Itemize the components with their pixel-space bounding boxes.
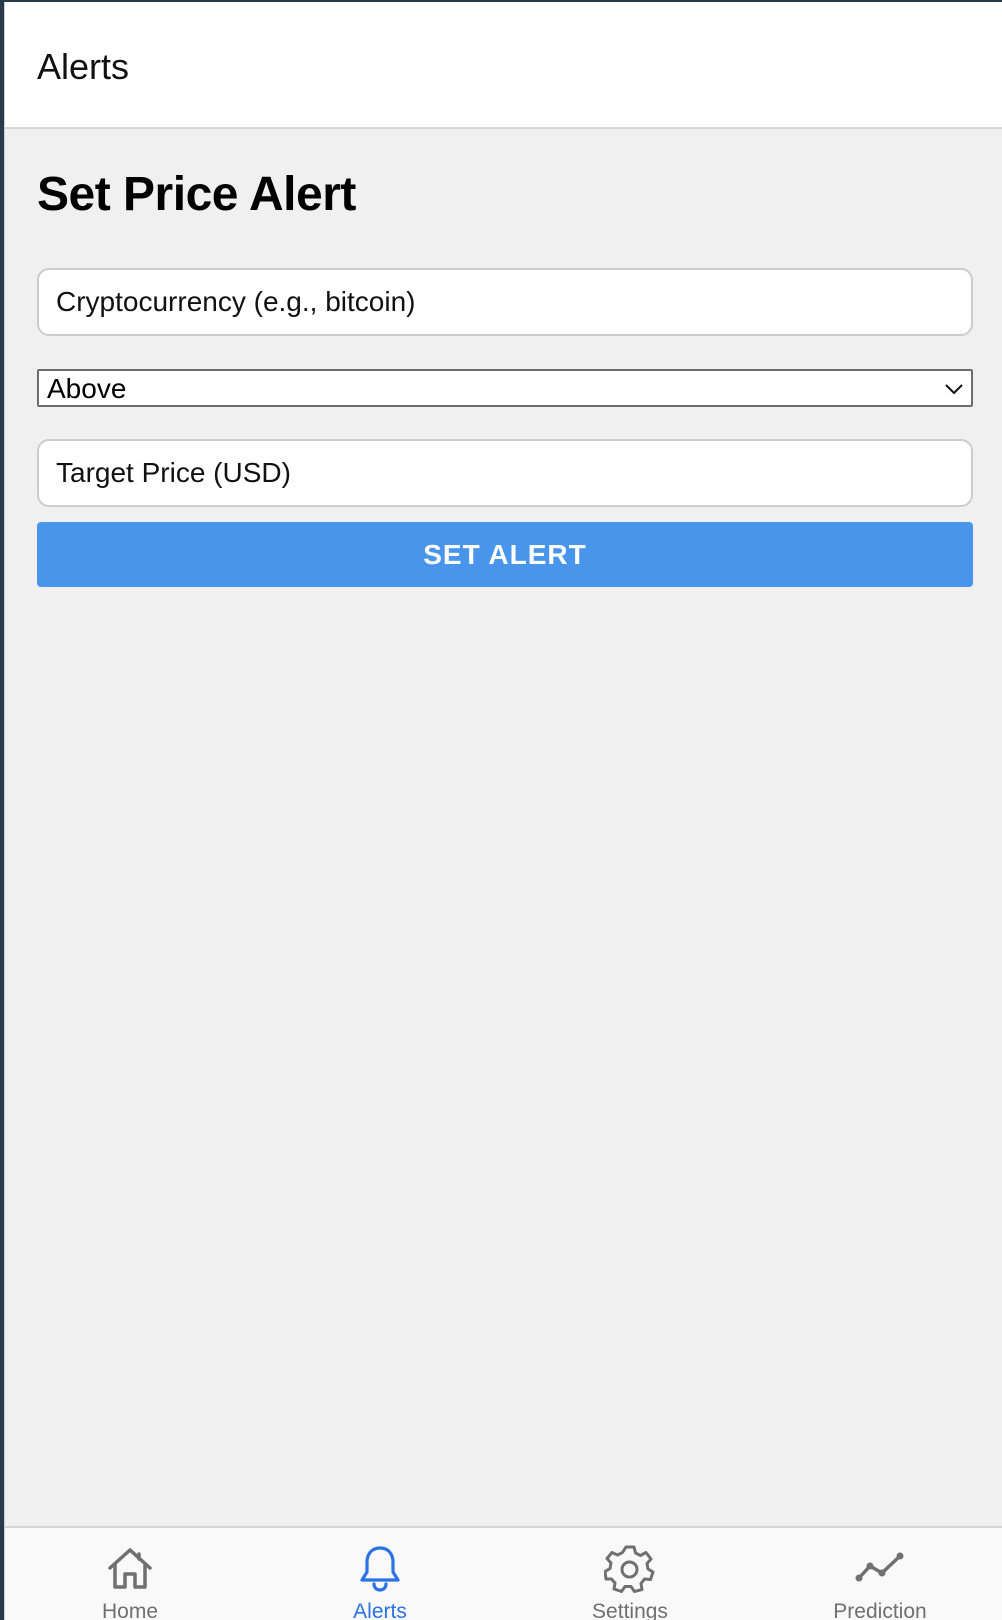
tab-prediction[interactable]: Prediction bbox=[755, 1528, 1002, 1620]
header-title: Alerts bbox=[37, 46, 130, 87]
tab-prediction-label: Prediction bbox=[833, 1600, 927, 1620]
app-header: Alerts bbox=[5, 2, 1002, 129]
trend-line-icon bbox=[855, 1552, 904, 1582]
chevron-down-icon bbox=[945, 384, 963, 395]
condition-select[interactable]: Above bbox=[37, 369, 973, 407]
tab-settings[interactable]: Settings bbox=[505, 1528, 755, 1620]
app-window: Alerts Set Price Alert Above SET ALERT H… bbox=[4, 2, 1002, 1620]
set-alert-button[interactable]: SET ALERT bbox=[37, 522, 973, 587]
bottom-tab-bar: Home Alerts Settings Prediction bbox=[5, 1526, 1002, 1620]
home-icon bbox=[108, 1548, 152, 1589]
condition-select-value: Above bbox=[47, 373, 127, 404]
tab-home[interactable]: Home bbox=[5, 1528, 255, 1620]
target-price-input[interactable] bbox=[37, 439, 973, 507]
gear-icon bbox=[604, 1545, 655, 1593]
bell-icon bbox=[360, 1546, 400, 1592]
cryptocurrency-input[interactable] bbox=[37, 268, 973, 336]
tab-settings-label: Settings bbox=[592, 1600, 668, 1620]
tab-home-label: Home bbox=[101, 1600, 159, 1620]
page-title: Set Price Alert bbox=[37, 168, 356, 221]
tab-alerts-label: Alerts bbox=[353, 1600, 407, 1620]
tab-alerts[interactable]: Alerts bbox=[255, 1528, 505, 1620]
